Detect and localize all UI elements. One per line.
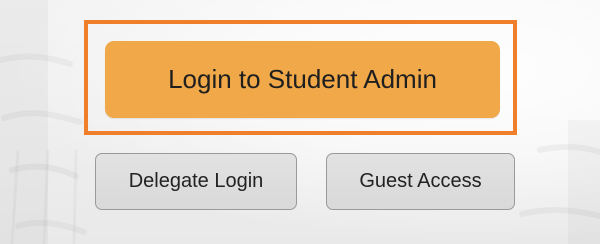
delegate-login-button[interactable]: Delegate Login xyxy=(95,153,297,210)
login-panel: Login to Student Admin Delegate Login Gu… xyxy=(0,0,600,244)
guest-access-button[interactable]: Guest Access xyxy=(326,153,515,210)
login-to-student-admin-button[interactable]: Login to Student Admin xyxy=(105,41,500,118)
